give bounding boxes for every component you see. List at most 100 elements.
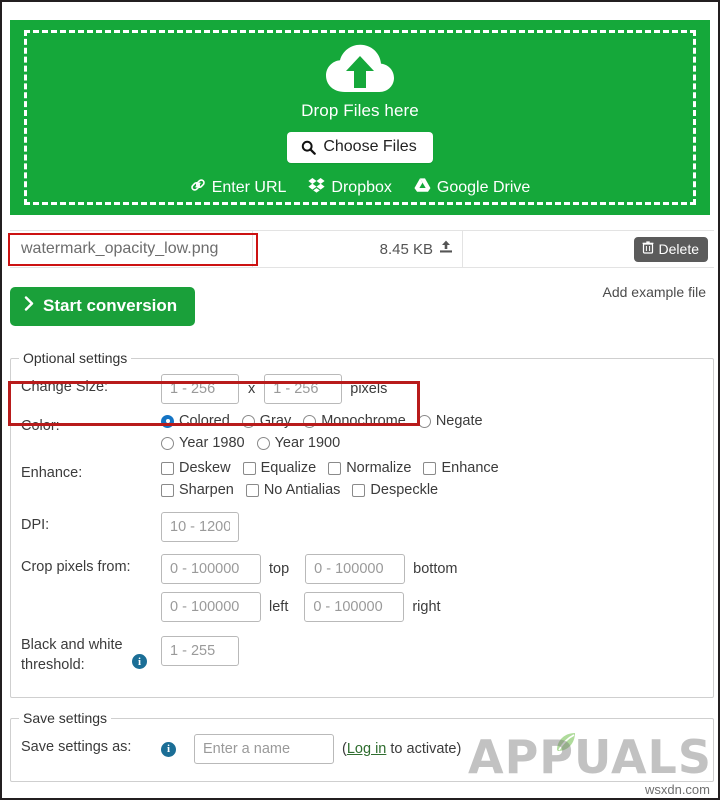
dropbox-link[interactable]: Dropbox	[308, 177, 392, 198]
change-size-unit: pixels	[350, 381, 388, 397]
enhance-row: Enhance: Deskew Equalize Normalize Enhan…	[21, 460, 713, 498]
enhance-option-no-antialias[interactable]: No Antialias	[245, 482, 341, 498]
checkbox-enhance[interactable]	[423, 461, 437, 475]
crop-label: Crop pixels from:	[21, 559, 131, 575]
file-size: 8.45 KB	[379, 240, 433, 258]
dpi-controls	[161, 512, 239, 542]
color-option-year-1900[interactable]: Year 1900	[256, 435, 340, 451]
choose-files-label: Choose Files	[323, 138, 417, 155]
enhance-option-no-antialias-label: No Antialias	[263, 482, 341, 498]
dropbox-icon	[308, 177, 326, 198]
change-size-width-input[interactable]	[161, 374, 239, 404]
choose-files-button[interactable]: Choose Files	[287, 132, 433, 163]
uploaded-file-row: watermark_opacity_low.png 8.45 KB Delete	[10, 230, 714, 268]
radio-colored[interactable]	[161, 414, 174, 428]
change-size-controls: x pixels	[161, 374, 387, 404]
color-options-line-1: Colored Gray Monochrome Negate	[161, 413, 483, 429]
color-options-line-2: Year 1980 Year 1900	[161, 435, 483, 451]
dropbox-label: Dropbox	[331, 178, 392, 196]
delete-file-button[interactable]: Delete	[633, 236, 708, 262]
login-note-rest: to activate)	[386, 741, 462, 757]
color-option-colored[interactable]: Colored	[161, 413, 230, 429]
bw-threshold-row: Black and white threshold: i	[21, 636, 713, 675]
login-link[interactable]: Log in	[347, 741, 387, 757]
enhance-options-line-2: Sharpen No Antialias Despeckle	[161, 482, 499, 498]
crop-bottom-input[interactable]	[305, 554, 406, 584]
change-size-row: Change Size: x pixels	[21, 374, 713, 404]
dpi-row: DPI:	[21, 512, 713, 542]
save-settings-rows: Save settings as: i (Log in to activate)	[11, 726, 713, 764]
enhance-option-deskew[interactable]: Deskew	[161, 460, 231, 476]
radio-gray[interactable]	[241, 414, 255, 428]
checkbox-deskew[interactable]	[161, 461, 174, 475]
bw-threshold-label: Black and white threshold:	[21, 637, 123, 673]
enhance-option-equalize-label: Equalize	[260, 460, 317, 476]
color-option-year-1980[interactable]: Year 1980	[161, 435, 245, 451]
checkbox-despeckle[interactable]	[352, 483, 366, 497]
trash-icon	[642, 240, 654, 257]
enhance-option-enhance-label: Enhance	[441, 460, 499, 476]
file-dropzone[interactable]: Drop Files here Choose Files Enter URL D…	[10, 20, 710, 215]
crop-controls: top bottom left right	[161, 554, 458, 622]
save-settings-panel: Save settings Save settings as: i (Log i…	[10, 710, 714, 782]
enhance-option-normalize[interactable]: Normalize	[328, 460, 411, 476]
bw-threshold-input[interactable]	[161, 636, 239, 666]
file-name: watermark_opacity_low.png	[10, 231, 253, 267]
crop-top-input[interactable]	[161, 554, 261, 584]
checkbox-equalize[interactable]	[242, 461, 256, 475]
start-conversion-button[interactable]: Start conversion	[10, 287, 196, 326]
enhance-option-deskew-label: Deskew	[179, 460, 231, 476]
enhance-option-sharpen-label: Sharpen	[179, 482, 234, 498]
search-icon	[301, 140, 317, 155]
radio-negate[interactable]	[417, 414, 431, 428]
change-size-separator: x	[248, 381, 256, 397]
radio-year-1900[interactable]	[256, 436, 270, 450]
google-drive-icon	[414, 177, 431, 198]
change-size-height-input[interactable]	[264, 374, 343, 404]
dpi-label: DPI:	[21, 517, 50, 533]
enhance-option-despeckle-label: Despeckle	[370, 482, 439, 498]
dropzone-title: Drop Files here	[301, 101, 419, 120]
color-option-negate-label: Negate	[435, 413, 483, 429]
color-row: Color: Colored Gray Monochrome Negate Ye…	[21, 413, 713, 451]
crop-left-label: left	[269, 599, 289, 615]
file-actions: Delete	[633, 231, 714, 267]
optional-settings-legend: Optional settings	[23, 350, 128, 366]
color-option-year-1980-label: Year 1980	[179, 435, 245, 451]
optional-settings-panel: Optional settings Change Size: x pixels …	[10, 350, 714, 698]
crop-right-input[interactable]	[304, 592, 405, 622]
enhance-option-sharpen[interactable]: Sharpen	[161, 482, 234, 498]
color-option-monochrome[interactable]: Monochrome	[303, 413, 406, 429]
crop-right-label: right	[412, 599, 441, 615]
enhance-option-enhance[interactable]: Enhance	[423, 460, 499, 476]
bw-threshold-controls	[161, 636, 239, 666]
checkbox-normalize[interactable]	[328, 461, 342, 475]
page-root: Drop Files here Choose Files Enter URL D…	[0, 0, 720, 800]
info-icon[interactable]: i	[132, 654, 147, 669]
change-size-label: Change Size:	[21, 379, 109, 395]
save-settings-legend: Save settings	[23, 710, 108, 726]
enhance-label: Enhance:	[21, 465, 83, 481]
crop-left-input[interactable]	[161, 592, 261, 622]
add-example-file-link[interactable]: Add example file	[602, 284, 706, 300]
enhance-option-despeckle[interactable]: Despeckle	[352, 482, 438, 498]
save-settings-label: Save settings as:	[21, 739, 132, 755]
color-option-negate[interactable]: Negate	[417, 413, 483, 429]
info-icon[interactable]: i	[161, 741, 176, 757]
crop-top-label: top	[269, 561, 290, 577]
google-drive-link[interactable]: Google Drive	[414, 177, 530, 198]
radio-monochrome[interactable]	[303, 414, 317, 428]
checkbox-no-antialias[interactable]	[245, 483, 259, 497]
enter-url-link[interactable]: Enter URL	[190, 177, 286, 198]
dropzone-dashed-area[interactable]: Drop Files here Choose Files Enter URL D…	[24, 30, 696, 205]
enhance-option-equalize[interactable]: Equalize	[242, 460, 317, 476]
color-option-gray-label: Gray	[259, 413, 292, 429]
dropzone-source-links: Enter URL Dropbox Google Drive	[190, 177, 530, 198]
dpi-input[interactable]	[161, 512, 239, 542]
cloud-upload-icon	[324, 43, 396, 95]
checkbox-sharpen[interactable]	[161, 483, 174, 497]
radio-year-1980[interactable]	[161, 436, 174, 450]
optional-settings-rows: Change Size: x pixels Color:	[11, 366, 713, 675]
save-settings-name-input[interactable]	[194, 734, 334, 764]
color-option-gray[interactable]: Gray	[241, 413, 292, 429]
